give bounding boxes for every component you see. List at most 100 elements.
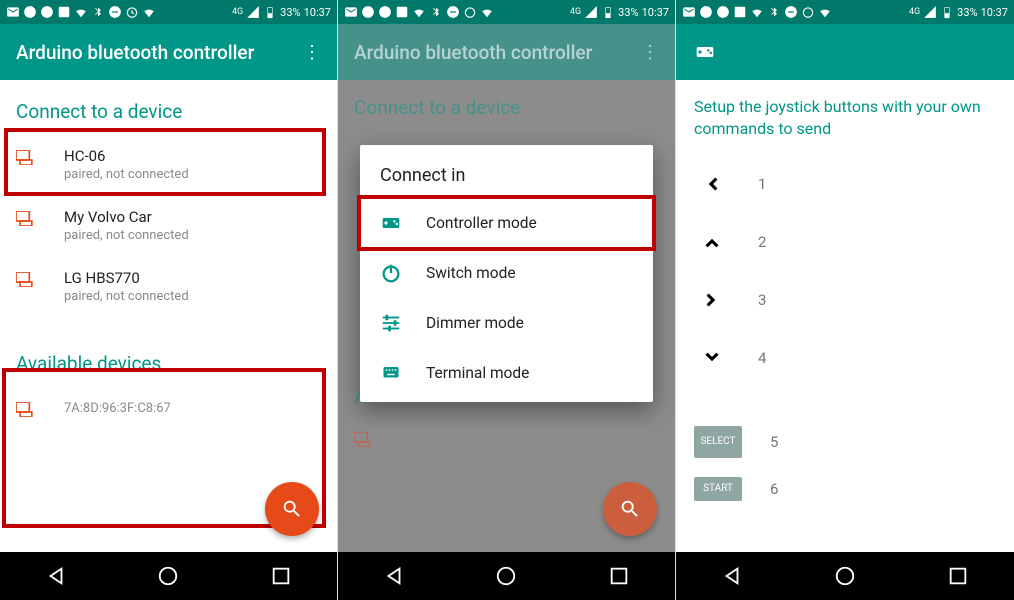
- photo-icon: [57, 5, 71, 19]
- joystick-row-up[interactable]: 2: [676, 213, 1014, 271]
- section-paired-title: Connect to a device: [16, 100, 321, 123]
- device-item-lg[interactable]: LG HBS770 paired, not connected: [16, 257, 321, 318]
- gmail-icon: [6, 5, 20, 19]
- joystick-row-down[interactable]: 4: [676, 329, 1014, 387]
- action-bar: Arduino bluetooth controller ⋮: [0, 24, 337, 80]
- messenger-icon-2: [378, 5, 392, 19]
- device-name: LG HBS770: [64, 269, 189, 287]
- device-item-dimmed: [354, 432, 374, 447]
- messenger-icon-2: [40, 5, 54, 19]
- content-area: Connect to a device HC-06 paired, not co…: [0, 80, 337, 447]
- battery-icon: [601, 5, 615, 19]
- fab-search-dimmed: [603, 482, 657, 536]
- overflow-menu-icon[interactable]: ⋮: [303, 42, 321, 63]
- screen-device-list: 4G 33% 10:37 Arduino bluetooth controlle…: [0, 0, 338, 600]
- chevron-left-icon: [694, 166, 730, 202]
- nav-bar: [676, 552, 1014, 600]
- bluetooth-icon: [767, 5, 781, 19]
- nav-back-icon[interactable]: [383, 565, 405, 587]
- dnd-icon: [108, 5, 122, 19]
- wifi-icon: [412, 5, 426, 19]
- signal-icon: [584, 5, 598, 19]
- dialog-option-label: Dimmer mode: [426, 314, 524, 332]
- gmail-icon: [682, 5, 696, 19]
- nav-home-icon[interactable]: [157, 565, 179, 587]
- bluetooth-icon: [91, 5, 105, 19]
- device-name: My Volvo Car: [64, 208, 189, 226]
- nav-recent-icon[interactable]: [947, 565, 969, 587]
- joystick-number: 1: [758, 175, 766, 193]
- screen-joystick-setup: 4G 33% 10:37 Setup the joystick buttons …: [676, 0, 1014, 600]
- network-label: 4G: [570, 7, 581, 17]
- device-status: paired, not connected: [64, 289, 189, 304]
- action-bar: [676, 24, 1014, 80]
- wifi-icon: [750, 5, 764, 19]
- battery-icon: [940, 5, 954, 19]
- alarm-icon: [801, 5, 815, 19]
- wifi-icon-2: [480, 5, 494, 19]
- messenger-icon: [23, 5, 37, 19]
- nav-recent-icon[interactable]: [270, 565, 292, 587]
- nav-back-icon[interactable]: [45, 565, 67, 587]
- controller-icon: [692, 42, 718, 62]
- search-icon: [281, 498, 303, 520]
- joystick-row-select[interactable]: SELECT 5: [676, 417, 1014, 467]
- dnd-icon: [446, 5, 460, 19]
- dialog-option-label: Terminal mode: [426, 364, 529, 382]
- alarm-icon: [463, 5, 477, 19]
- search-icon: [619, 498, 641, 520]
- fab-search[interactable]: [265, 482, 319, 536]
- messenger-icon: [361, 5, 375, 19]
- dialog-option-switch[interactable]: Switch mode: [360, 248, 653, 298]
- device-item-available[interactable]: 7A:8D:96:3F:C8:67: [16, 387, 321, 431]
- wifi-icon-2: [142, 5, 156, 19]
- device-icon: [16, 211, 36, 226]
- device-mac-dimmed: 7A:8D:96:3F:C8:67: [402, 450, 509, 465]
- network-label: 4G: [909, 7, 920, 17]
- device-icon: [16, 402, 36, 417]
- select-button-icon: SELECT: [694, 426, 742, 458]
- joystick-row-left[interactable]: 1: [676, 155, 1014, 213]
- device-item-hc06[interactable]: HC-06 paired, not connected: [16, 135, 321, 196]
- power-icon: [380, 262, 402, 284]
- joystick-row-right[interactable]: 3: [676, 271, 1014, 329]
- screen-connect-dialog: 4G 33% 10:37 Arduino bluetooth controlle…: [338, 0, 676, 600]
- dialog-option-terminal[interactable]: Terminal mode: [360, 348, 653, 402]
- joystick-number: 3: [758, 291, 766, 309]
- dialog-option-dimmer[interactable]: Dimmer mode: [360, 298, 653, 348]
- nav-bar: [0, 552, 337, 600]
- device-icon: [354, 432, 374, 447]
- device-name: HC-06: [64, 147, 189, 165]
- device-icon: [16, 150, 36, 165]
- device-item-volvo[interactable]: My Volvo Car paired, not connected: [16, 196, 321, 257]
- network-label: 4G: [232, 7, 243, 17]
- controller-icon: [380, 212, 402, 234]
- messenger-icon: [699, 5, 713, 19]
- dialog-option-controller[interactable]: Controller mode: [360, 198, 653, 248]
- nav-home-icon[interactable]: [495, 565, 517, 587]
- battery-pct: 33%: [280, 6, 300, 19]
- dialog-title: Connect in: [360, 145, 653, 198]
- overflow-menu-icon: ⋮: [641, 42, 659, 63]
- photo-icon: [733, 5, 747, 19]
- chevron-right-icon: [694, 282, 730, 318]
- app-title: Arduino bluetooth controller: [16, 41, 254, 64]
- nav-back-icon[interactable]: [721, 565, 743, 587]
- app-title: Arduino bluetooth controller: [354, 41, 592, 64]
- messenger-icon-2: [716, 5, 730, 19]
- nav-bar: [338, 552, 675, 600]
- joystick-number: 5: [770, 433, 778, 451]
- joystick-number: 6: [770, 480, 778, 498]
- wifi-icon: [74, 5, 88, 19]
- nav-recent-icon[interactable]: [608, 565, 630, 587]
- battery-pct: 33%: [618, 6, 638, 19]
- alarm-icon: [125, 5, 139, 19]
- action-bar: Arduino bluetooth controller ⋮: [338, 24, 675, 80]
- nav-home-icon[interactable]: [834, 565, 856, 587]
- wifi-icon-2: [818, 5, 832, 19]
- start-button-icon: START: [694, 477, 742, 501]
- signal-icon: [246, 5, 260, 19]
- joystick-row-start[interactable]: START 6: [676, 467, 1014, 507]
- dialog-option-label: Controller mode: [426, 214, 537, 232]
- status-bar: 4G 33% 10:37: [338, 0, 675, 24]
